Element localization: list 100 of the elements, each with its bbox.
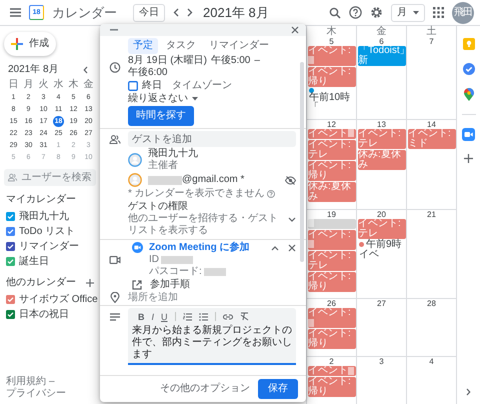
add-icon[interactable] bbox=[464, 154, 473, 163]
tab[interactable]: リマインダー bbox=[204, 38, 274, 54]
date-number[interactable]: 13 bbox=[377, 120, 386, 129]
checkbox[interactable] bbox=[6, 212, 15, 221]
date-number[interactable]: 5 bbox=[329, 37, 334, 46]
close-icon[interactable] bbox=[291, 26, 299, 34]
date-number[interactable]: 20 bbox=[377, 210, 386, 219]
date-number[interactable]: 12 bbox=[327, 120, 336, 129]
add-icon[interactable] bbox=[86, 279, 94, 287]
date-number[interactable]: 4 bbox=[429, 357, 434, 366]
calendar-name: 日本の祝日 bbox=[19, 308, 69, 320]
underline-button[interactable]: U bbox=[161, 312, 168, 322]
event-time[interactable]: 午前9時 bbox=[366, 240, 402, 250]
instructions-link[interactable]: 参加手順 bbox=[150, 279, 190, 291]
start-time[interactable]: 午後5:00 bbox=[210, 55, 250, 67]
event-time[interactable]: 午前10時 bbox=[309, 93, 350, 103]
tab[interactable]: タスク bbox=[161, 38, 201, 54]
help-icon[interactable] bbox=[266, 190, 275, 198]
date-text[interactable]: 8月 19日 (木曜日) bbox=[128, 55, 207, 67]
tab[interactable]: 予定 bbox=[128, 38, 158, 54]
checkbox[interactable] bbox=[6, 242, 15, 251]
more-options-button[interactable]: その他のオプション bbox=[160, 383, 250, 395]
previous-icon[interactable] bbox=[173, 8, 179, 17]
previous-icon[interactable] bbox=[83, 66, 88, 74]
close-icon[interactable] bbox=[288, 244, 296, 252]
privacy-link[interactable]: プライバシー bbox=[6, 388, 66, 400]
scrollbar[interactable] bbox=[300, 62, 304, 262]
weekday-label: 金 bbox=[82, 78, 94, 91]
next-icon[interactable] bbox=[187, 8, 193, 17]
find-time-button[interactable]: 時間を探す bbox=[128, 106, 194, 126]
caret-icon bbox=[413, 10, 419, 14]
guest-role: 主催者 bbox=[148, 160, 179, 172]
open-in-new-icon bbox=[132, 280, 142, 290]
chevron-icon[interactable] bbox=[288, 216, 296, 222]
event-title[interactable]: 「 bbox=[309, 103, 319, 113]
view-dropdown[interactable]: 月 bbox=[391, 4, 425, 22]
weekday-label: 火 bbox=[38, 78, 50, 91]
mini-calendar-title: 2021年 8月 bbox=[8, 64, 59, 76]
date-number[interactable]: 19 bbox=[327, 210, 336, 219]
calendar-name: 飛田九十九 bbox=[19, 210, 69, 222]
bold-button[interactable]: B bbox=[138, 312, 144, 322]
all-day-label: 終日 bbox=[142, 80, 162, 92]
settings-icon[interactable] bbox=[370, 6, 383, 19]
video-app-icon[interactable] bbox=[462, 128, 475, 141]
calendar-name: 誕生日 bbox=[19, 256, 49, 268]
section-heading[interactable]: マイカレンダー bbox=[6, 194, 76, 206]
calendar-name: リマインダー bbox=[19, 240, 79, 252]
date-number[interactable]: 6 bbox=[379, 37, 384, 46]
checkbox[interactable] bbox=[6, 227, 15, 236]
calendar-name: サイボウズ Office bbox=[19, 294, 98, 306]
bulleted-list-icon[interactable] bbox=[198, 312, 208, 320]
meeting-id-label: ID bbox=[149, 254, 159, 266]
link-icon[interactable] bbox=[222, 314, 233, 320]
repeat-dropdown[interactable]: 繰り返さない bbox=[128, 93, 198, 105]
save-button[interactable]: 保存 bbox=[258, 379, 298, 399]
expand-icon[interactable] bbox=[466, 388, 471, 396]
help-icon[interactable] bbox=[349, 6, 362, 19]
date-number[interactable]: 26 bbox=[327, 299, 336, 308]
menu-icon[interactable] bbox=[10, 8, 21, 17]
map-pin-icon[interactable] bbox=[464, 88, 474, 101]
checkbox[interactable] bbox=[6, 310, 15, 319]
collapse-icon[interactable] bbox=[271, 246, 279, 250]
section-heading[interactable]: 他のカレンダー bbox=[6, 277, 76, 289]
checkbox[interactable] bbox=[6, 295, 15, 304]
user-search-field[interactable]: ユーザーを検索 bbox=[4, 169, 96, 186]
apps-icon[interactable] bbox=[433, 7, 444, 18]
weekday-label: 木 bbox=[326, 27, 336, 37]
terms-link[interactable]: 利用規約 bbox=[6, 376, 46, 388]
create-button[interactable]: 作成 bbox=[4, 32, 56, 56]
video-app-icon bbox=[132, 242, 143, 253]
dash-text: – bbox=[254, 55, 260, 67]
date-number[interactable]: 7 bbox=[429, 37, 434, 46]
date-number[interactable]: 27 bbox=[377, 299, 386, 308]
tasks-icon[interactable] bbox=[462, 63, 474, 75]
weekday-label: 日 bbox=[8, 78, 20, 91]
date-number[interactable]: 28 bbox=[427, 299, 436, 308]
checkbox[interactable] bbox=[6, 257, 15, 266]
search-icon[interactable] bbox=[329, 6, 341, 18]
date-number[interactable]: 14 bbox=[427, 120, 436, 129]
clear-format-icon[interactable] bbox=[240, 312, 249, 321]
date-number[interactable]: 21 bbox=[427, 210, 436, 219]
description-text[interactable]: 来月から始まる新規プロジェクトの件で、部内ミーティングをお願いします bbox=[132, 325, 292, 361]
join-meeting-link[interactable]: Zoom Meeting に参加 bbox=[149, 242, 265, 254]
checkbox[interactable] bbox=[128, 81, 138, 91]
weekday-label: 土 bbox=[426, 27, 436, 37]
guest-field[interactable]: ゲストを追加 bbox=[128, 131, 296, 147]
location-field[interactable]: 場所を追加 bbox=[128, 292, 296, 303]
italic-button[interactable]: I bbox=[152, 312, 154, 322]
app-title: カレンダー bbox=[52, 6, 117, 18]
numbered-list-icon[interactable] bbox=[182, 312, 192, 320]
timezone-link[interactable]: タイムゾーン bbox=[172, 80, 232, 92]
date-number[interactable]: 2 bbox=[329, 357, 334, 366]
eye-off-icon[interactable] bbox=[285, 176, 296, 184]
guest-note: * カレンダーを表示できません bbox=[128, 188, 265, 200]
today-button[interactable]: 今日 bbox=[133, 4, 165, 22]
date-number[interactable]: 3 bbox=[379, 357, 384, 366]
permissions-title[interactable]: ゲストの権限 bbox=[128, 201, 284, 213]
event-title[interactable]: イベ bbox=[359, 250, 379, 260]
drag-handle-icon[interactable] bbox=[110, 29, 118, 31]
end-time[interactable]: 午後6:00 bbox=[128, 67, 168, 79]
